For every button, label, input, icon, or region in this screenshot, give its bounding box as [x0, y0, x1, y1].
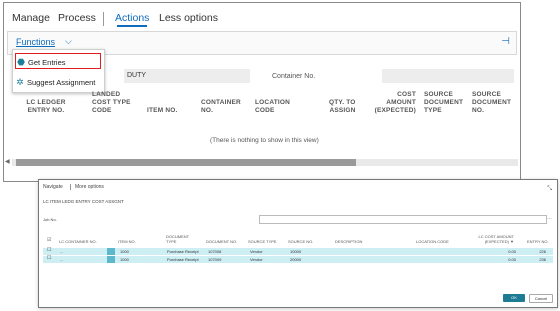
duty-field[interactable]: DUTY [124, 69, 250, 83]
cell-document-type: Purchase Receipt [167, 249, 199, 254]
get-entries-item[interactable]: ⬣ Get Entries [15, 53, 101, 69]
cell-source-type: Vendor [250, 257, 263, 262]
row-checkbox[interactable]: ☐ [47, 256, 51, 261]
cell-document-no: 107009 [208, 257, 222, 262]
row-ellipsis[interactable]: ... [60, 257, 63, 262]
cell-document-type: Purchase Receipt [167, 257, 199, 262]
suggest-assignment-icon: ✲ [16, 77, 24, 87]
pin-icon[interactable]: ⊣ [501, 36, 510, 47]
col-lc-ledger-entry-no[interactable]: LC LEDGER ENTRY NO. [26, 99, 66, 115]
dialog-title: LC ITEM LEDG ENTRY COST ASSGNT [43, 199, 124, 204]
functions-dropdown: ⬣ Get Entries ✲ Suggest Assignment [12, 49, 105, 93]
col-document-type[interactable]: DOCUMENT TYPE [166, 234, 189, 244]
suggest-assignment-item[interactable]: ✲ Suggest Assignment [15, 74, 101, 90]
job-no-field[interactable] [259, 215, 547, 224]
more-icon[interactable]: … [547, 215, 552, 221]
scroll-thumb[interactable] [16, 159, 356, 166]
col-entry-no[interactable]: ENTRY NO. [527, 239, 549, 244]
chevron-down-icon[interactable]: ⌵ [65, 36, 72, 47]
col-location-code[interactable]: LOCATION CODE [416, 239, 449, 244]
dialog-tab-separator [70, 184, 71, 190]
landed-cost-page: Manage Process Actions Less options Func… [3, 2, 521, 182]
col-landed-cost-type-code[interactable]: LANDED COST TYPE CODE [92, 91, 131, 115]
get-entries-icon: ⬣ [17, 57, 25, 67]
ok-button[interactable]: OK [503, 294, 525, 302]
table-row[interactable]: ☐ ... 1000 Purchase Receipt 107008 Vendo… [43, 248, 553, 255]
cell-item-no: 1000 [120, 249, 129, 254]
row-ellipsis[interactable]: ... [60, 249, 63, 254]
col-source-document-type[interactable]: SOURCE DOCUMENT TYPE [424, 91, 463, 115]
cell-amount: 0.00 [508, 257, 516, 262]
cell-amount: 0.00 [508, 249, 516, 254]
scroll-left-icon[interactable]: ◀ [5, 159, 10, 166]
cell-source-no: 20000 [290, 257, 302, 262]
get-entries-label: Get Entries [28, 58, 66, 67]
horizontal-scrollbar[interactable]: ◀ [5, 159, 518, 166]
cell-entry-no: 236 [539, 257, 546, 262]
cell-source-type: Vendor [250, 249, 263, 254]
collapse-icon[interactable]: ⤡ [547, 186, 552, 193]
cost-assignment-dialog: Navigate More options ⤡ LC ITEM LEDG ENT… [38, 179, 558, 308]
tab-actions[interactable]: Actions [115, 12, 149, 24]
col-description[interactable]: DESCRIPTION [335, 239, 362, 244]
col-source-no[interactable]: SOURCE NO. [288, 239, 313, 244]
select-all-icon[interactable]: ☑ [47, 238, 51, 243]
tab-manage[interactable]: Manage [12, 12, 50, 24]
active-tab-indicator [117, 25, 147, 27]
cell-document-no: 107008 [208, 249, 222, 254]
cancel-button[interactable]: Cancel [529, 294, 553, 303]
row-checkbox[interactable]: ☐ [47, 248, 51, 253]
col-container-no[interactable]: CONTAINER NO. [201, 99, 241, 115]
col-cost-amount-expected[interactable]: COST AMOUNT (EXPECTED) [372, 91, 416, 115]
tab-less-options[interactable]: Less options [159, 12, 218, 24]
functions-menu-button[interactable]: Functions [16, 37, 55, 47]
duty-value: DUTY [127, 72, 147, 79]
cell-item-no: 1000 [120, 257, 129, 262]
col-qty-to-assign[interactable]: QTY. TO ASSIGN [329, 99, 356, 115]
row-select-marker[interactable] [107, 256, 115, 263]
tab-process[interactable]: Process [58, 12, 96, 24]
job-no-label: Job No. [43, 217, 57, 222]
suggest-assignment-label: Suggest Assignment [27, 78, 96, 87]
tab-navigate[interactable]: Navigate [43, 184, 63, 190]
col-d-item-no[interactable]: ITEM NO. [118, 239, 136, 244]
col-document-no[interactable]: DOCUMENT NO. [206, 239, 237, 244]
col-lc-container-no[interactable]: LC CONTAINER NO. [59, 239, 97, 244]
row-select-marker[interactable] [107, 248, 115, 255]
tab-separator [103, 12, 104, 26]
empty-view-message: (There is nothing to show in this view) [210, 137, 319, 144]
col-lc-cost-amount[interactable]: LC COST AMOUNT (EXPECTED) ▼ [471, 234, 515, 244]
cell-entry-no: 226 [539, 249, 546, 254]
col-item-no[interactable]: ITEM NO. [147, 107, 178, 115]
table-row[interactable]: ☐ ... 1000 Purchase Receipt 107009 Vendo… [43, 256, 553, 263]
col-location-code[interactable]: LOCATION CODE [255, 99, 290, 115]
container-no-field[interactable] [382, 69, 514, 83]
container-no-label: Container No. [272, 73, 316, 80]
col-source-document-no[interactable]: SOURCE DOCUMENT NO. [472, 91, 511, 115]
tab-more-options[interactable]: More options [75, 184, 104, 190]
cell-source-no: 10000 [290, 249, 302, 254]
col-source-type[interactable]: SOURCE TYPE [248, 239, 277, 244]
